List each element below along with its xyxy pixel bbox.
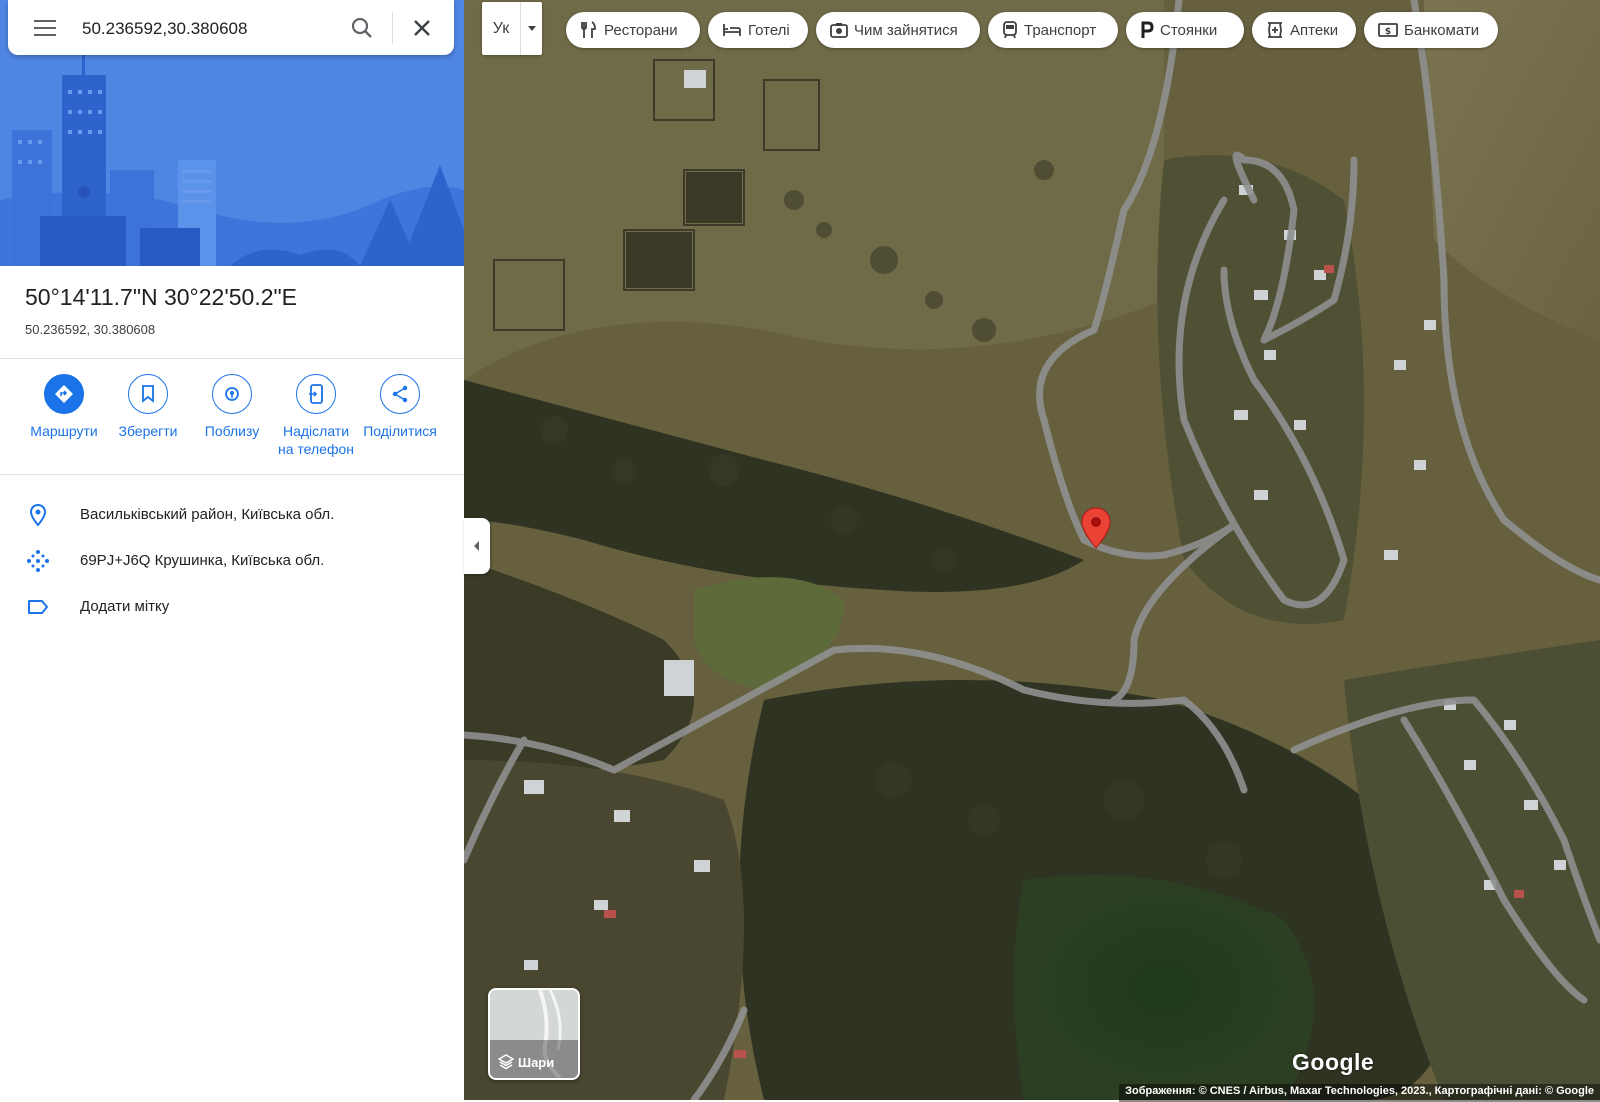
- action-label: Поділитися: [363, 423, 437, 439]
- send-to-phone-icon: [296, 374, 336, 414]
- location-marker-icon[interactable]: [1081, 507, 1111, 549]
- search-button[interactable]: [348, 14, 376, 42]
- parking-icon: [1141, 21, 1154, 38]
- bookmark-icon: [128, 374, 168, 414]
- chip-label: Готелі: [748, 21, 790, 39]
- search-icon: [351, 17, 372, 38]
- divider: [0, 474, 464, 475]
- info-row-address[interactable]: Васильківський район, Київська обл.: [0, 497, 464, 533]
- chip-atms[interactable]: $ Банкомати: [1364, 12, 1498, 48]
- language-dropdown-button[interactable]: [520, 2, 543, 55]
- place-title: 50°14'11.7"N 30°22'50.2"E: [25, 284, 298, 310]
- chip-restaurants[interactable]: Ресторани: [566, 12, 700, 48]
- nearby-button[interactable]: Поблизу: [190, 374, 274, 440]
- chip-label: Чим зайнятися: [854, 21, 958, 39]
- action-label: Надіслати на телефон: [278, 423, 354, 457]
- divider: [0, 358, 464, 359]
- layers-label: Шари: [518, 1054, 555, 1070]
- chip-label: Банкомати: [1404, 21, 1480, 39]
- directions-button[interactable]: Маршрути: [22, 374, 106, 440]
- transit-icon: [1003, 21, 1017, 39]
- share-icon: [380, 374, 420, 414]
- map-attribution: Зображення: © CNES / Airbus, Maxar Techn…: [1119, 1084, 1600, 1102]
- share-button[interactable]: Поділитися: [358, 374, 442, 440]
- chip-pharmacies[interactable]: Аптеки: [1252, 12, 1356, 48]
- search-box: [8, 0, 454, 55]
- satellite-map[interactable]: [464, 0, 1600, 1100]
- chip-label: Аптеки: [1290, 21, 1339, 39]
- location-pin-icon: [29, 503, 47, 527]
- restaurant-icon: [581, 21, 596, 38]
- collapse-sidebar-button[interactable]: [464, 518, 490, 574]
- layers-label-group: Шари: [498, 1054, 554, 1070]
- camera-icon: [830, 23, 848, 38]
- action-label: Поблизу: [204, 423, 260, 439]
- search-divider: [392, 12, 393, 44]
- caret-down-icon: [528, 26, 536, 31]
- place-coordinates: 50.236592, 30.380608: [25, 322, 156, 337]
- plus-code-icon: [27, 550, 49, 572]
- svg-text:$: $: [1385, 27, 1391, 37]
- caret-left-icon: [474, 541, 479, 551]
- search-input[interactable]: [80, 14, 334, 44]
- chip-things-to-do[interactable]: Чим зайнятися: [816, 12, 980, 48]
- google-logo: Google: [1292, 1049, 1375, 1075]
- hotel-icon: [723, 24, 741, 36]
- chip-label: Ресторани: [604, 21, 678, 39]
- action-label: Зберегти: [118, 423, 178, 439]
- language-label[interactable]: Ук: [482, 2, 520, 55]
- clear-search-button[interactable]: [408, 14, 436, 42]
- close-icon: [414, 20, 430, 36]
- menu-icon[interactable]: [34, 18, 58, 38]
- chip-label: Стоянки: [1160, 21, 1218, 39]
- info-text: Васильківський район, Київська обл.: [80, 506, 335, 523]
- info-row-add-label[interactable]: Додати мітку: [0, 589, 464, 625]
- action-label: Маршрути: [30, 423, 98, 439]
- send-to-phone-button[interactable]: Надіслати на телефон: [274, 374, 358, 458]
- layers-button[interactable]: Шари: [488, 988, 580, 1080]
- layers-icon: [498, 1054, 514, 1070]
- chip-transit[interactable]: Транспорт: [988, 12, 1118, 48]
- save-button[interactable]: Зберегти: [106, 374, 190, 440]
- nearby-icon: [212, 374, 252, 414]
- chip-hotels[interactable]: Готелі: [708, 12, 808, 48]
- info-row-plus-code[interactable]: 69PJ+J6Q Крушинка, Київська обл.: [0, 543, 464, 579]
- chip-parking[interactable]: Стоянки: [1126, 12, 1244, 48]
- language-switcher[interactable]: Ук: [482, 2, 542, 55]
- satellite-imagery: [464, 0, 1600, 1100]
- directions-icon: [44, 374, 84, 414]
- chip-label: Транспорт: [1024, 21, 1097, 39]
- atm-icon: $: [1378, 23, 1398, 37]
- info-text: 69PJ+J6Q Крушинка, Київська обл.: [80, 552, 325, 569]
- label-icon: [28, 600, 48, 614]
- pharmacy-icon: [1268, 22, 1282, 38]
- info-text: Додати мітку: [80, 598, 170, 615]
- sidebar-panel: 50°14'11.7"N 30°22'50.2"E 50.236592, 30.…: [0, 0, 464, 1100]
